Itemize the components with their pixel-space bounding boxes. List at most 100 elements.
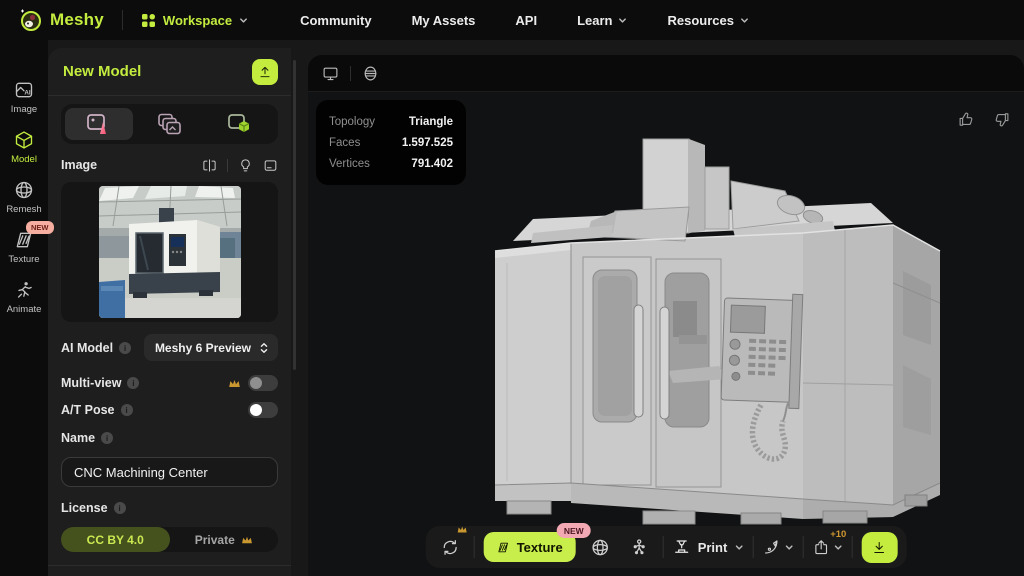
updown-chevrons-icon <box>259 342 269 354</box>
regenerate-button[interactable] <box>435 532 465 562</box>
feedback-buttons <box>958 111 1010 128</box>
3d-printer-icon <box>673 538 691 556</box>
tab-single-image[interactable] <box>65 108 133 140</box>
share-export-icon <box>812 539 829 556</box>
nav-community[interactable]: Community <box>300 13 372 28</box>
at-pose-label-text: A/T Pose <box>61 403 115 417</box>
ai-model-label: AI Model i <box>61 341 131 355</box>
name-label-text: Name <box>61 431 95 445</box>
tools-divider <box>227 159 228 172</box>
info-icon: i <box>101 432 113 444</box>
crown-icon <box>241 535 253 545</box>
print-button[interactable]: Print <box>673 538 744 556</box>
rail-texture-new-badge: NEW <box>26 221 54 234</box>
download-icon <box>872 540 887 555</box>
texture-button[interactable]: Texture NEW <box>484 532 576 562</box>
topology-label: Topology <box>329 116 375 128</box>
toolbar-divider <box>851 536 852 558</box>
faces-label: Faces <box>329 137 360 149</box>
viewport-topbar <box>308 55 1024 92</box>
rail-model-label: Model <box>11 154 37 165</box>
panel-title: New Model <box>63 63 141 80</box>
viewport-toolbar: Texture NEW Print +10 <box>426 526 907 568</box>
at-pose-toggle[interactable] <box>248 402 278 418</box>
workspace-label: Workspace <box>163 13 232 28</box>
remesh-icon <box>14 180 34 200</box>
toolbar-divider <box>474 536 475 558</box>
card-icon[interactable] <box>263 158 278 173</box>
vertices-label: Vertices <box>329 158 370 170</box>
nav-learn[interactable]: Learn <box>577 13 627 28</box>
crown-icon <box>457 525 468 534</box>
sculpt-menu-button[interactable] <box>762 538 793 556</box>
chevron-down-icon <box>239 16 248 25</box>
chevron-down-icon <box>784 543 793 552</box>
sculpt-pen-icon <box>762 538 780 556</box>
thumbs-down-icon[interactable] <box>993 111 1010 128</box>
meshy-logo-icon <box>18 8 42 32</box>
top-nav: Meshy Workspace Community My Assets API … <box>0 0 1024 40</box>
rail-item-model[interactable]: Model <box>0 130 48 165</box>
chevron-down-icon <box>734 543 743 552</box>
license-private[interactable]: Private <box>170 527 279 552</box>
cnc-3d-model[interactable] <box>493 133 943 525</box>
multi-view-toggle[interactable] <box>248 375 278 391</box>
toolbar-divider <box>802 536 803 558</box>
rail-animate-label: Animate <box>7 304 42 315</box>
ai-model-value: Meshy 6 Preview <box>155 341 251 355</box>
toggle-knob <box>250 377 262 389</box>
at-pose-label: A/T Pose i <box>61 403 133 417</box>
monitor-icon[interactable] <box>322 65 339 82</box>
multi-view-label: Multi-view i <box>61 376 139 390</box>
meshy-logo[interactable]: Meshy <box>18 8 104 32</box>
rig-button[interactable] <box>624 532 654 562</box>
download-button[interactable] <box>861 532 897 563</box>
tab-image-cube[interactable] <box>206 108 274 140</box>
model-viewport[interactable]: Topology Triangle Faces 1.597.525 Vertic… <box>308 55 1024 576</box>
nav-learn-label: Learn <box>577 13 612 28</box>
info-icon: i <box>121 404 133 416</box>
license-cc-by[interactable]: CC BY 4.0 <box>61 527 170 552</box>
name-input[interactable] <box>61 457 278 487</box>
nav-workspace[interactable]: Workspace <box>141 13 248 28</box>
remesh-button[interactable] <box>585 532 615 562</box>
cnc-photo <box>99 186 241 318</box>
multi-image-icon <box>156 112 183 136</box>
nav-my-assets[interactable]: My Assets <box>412 13 476 28</box>
panel-scrollbar[interactable] <box>293 60 296 370</box>
license-label: License i <box>61 501 126 515</box>
name-label: Name i <box>61 431 113 445</box>
rail-item-remesh[interactable]: Remesh <box>0 180 48 215</box>
tab-multi-image[interactable] <box>135 108 203 140</box>
nav-api[interactable]: API <box>515 13 537 28</box>
license-label-text: License <box>61 501 108 515</box>
image-ai-icon: AI <box>14 80 34 100</box>
nav-resources[interactable]: Resources <box>667 13 748 28</box>
cube-icon <box>14 130 34 150</box>
rail-item-animate[interactable]: Animate <box>0 280 48 315</box>
rail-image-label: Image <box>11 104 37 115</box>
wireframe-globe-icon[interactable] <box>362 65 379 82</box>
retry-icon <box>440 538 459 557</box>
image-cube-icon <box>226 112 253 136</box>
mesh-info-panel: Topology Triangle Faces 1.597.525 Vertic… <box>316 100 466 185</box>
image-section-label: Image <box>61 158 97 172</box>
ai-model-label-text: AI Model <box>61 341 113 355</box>
thumbs-up-icon[interactable] <box>958 111 975 128</box>
vertices-value: 791.402 <box>411 158 453 170</box>
rail-remesh-label: Remesh <box>6 204 41 215</box>
lightbulb-icon[interactable] <box>238 158 253 173</box>
print-button-label: Print <box>698 540 728 555</box>
chevron-down-icon <box>618 16 627 25</box>
multi-view-label-text: Multi-view <box>61 376 121 390</box>
flip-compare-icon[interactable] <box>202 158 217 173</box>
nav-resources-label: Resources <box>667 13 733 28</box>
nav-links: Community My Assets API Learn Resources <box>300 13 749 28</box>
license-segment: CC BY 4.0 Private <box>61 527 278 552</box>
ai-model-select[interactable]: Meshy 6 Preview <box>144 334 278 361</box>
share-menu-button[interactable]: +10 <box>812 539 842 556</box>
source-image-thumbnail[interactable] <box>61 182 278 322</box>
rail-item-image[interactable]: AI Image <box>0 80 48 115</box>
upload-button[interactable] <box>252 59 278 85</box>
rail-item-texture[interactable]: NEW Texture <box>0 230 48 265</box>
